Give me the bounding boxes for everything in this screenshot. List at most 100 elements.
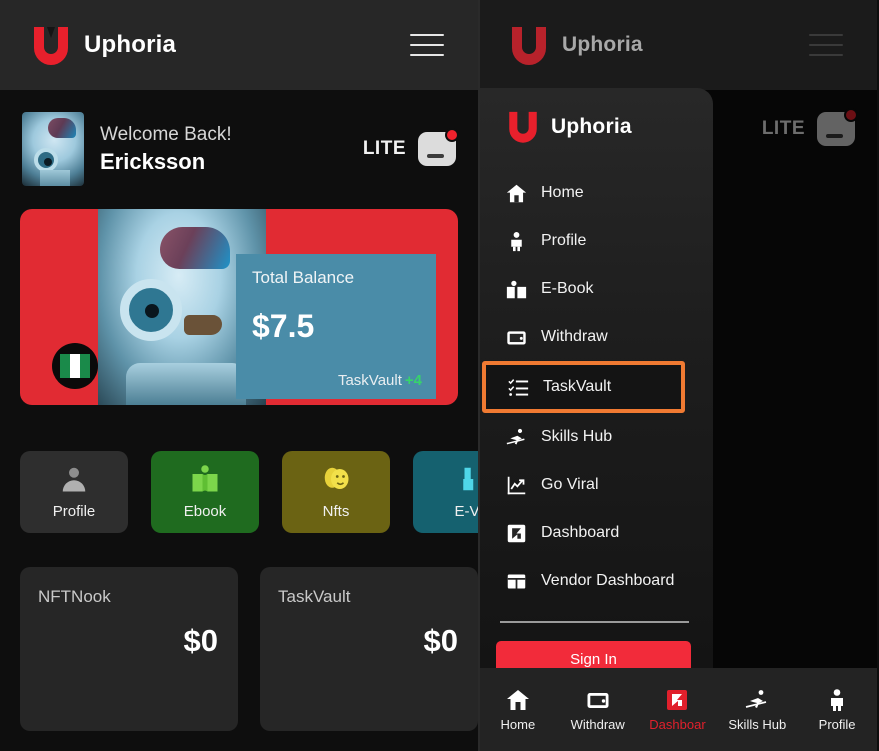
skier-icon: [746, 689, 767, 708]
hero-robot-brain: [160, 227, 230, 269]
uphoria-logo-icon: [509, 111, 537, 143]
home-icon: [506, 689, 529, 710]
person-icon: [511, 231, 522, 251]
left-panel: Uphoria Welcome Back! Ericksson LITE Tot…: [0, 0, 478, 751]
flag-stripe: [60, 354, 70, 378]
bottom-nav-home[interactable]: Home: [478, 668, 558, 751]
hero-robot-body: [126, 363, 246, 405]
drawer-item-vendor-dashboard[interactable]: Vendor Dashboard: [478, 557, 713, 605]
tile-evoting[interactable]: E-V: [413, 451, 478, 533]
robot-neck: [40, 170, 70, 186]
bottom-nav-label: Profile: [818, 716, 856, 732]
plan-badge: LITE: [362, 138, 406, 159]
balance-source: TaskVault +4: [338, 372, 422, 389]
balance-source-label: TaskVault: [337, 372, 402, 389]
drawer-item-label: Profile: [541, 232, 587, 249]
card-title: TaskVault: [278, 587, 351, 606]
plan-and-avatar: LITE: [362, 128, 459, 166]
hamburger-bar: [809, 34, 843, 36]
navigation-drawer: Uphoria Home Profile E-Book Withdraw Tas…: [478, 88, 713, 677]
tile-label: E-V: [454, 503, 478, 520]
card-title: NFTNook: [38, 587, 111, 606]
appbar-brand-group: Uphoria: [478, 25, 643, 65]
drawer-item-withdraw[interactable]: Withdraw: [478, 313, 713, 361]
flag-stripe: [80, 354, 90, 378]
robot-brain: [48, 118, 76, 138]
bottom-nav-profile[interactable]: Profile: [797, 668, 877, 751]
appbar-brand-label: Uphoria: [562, 33, 643, 56]
card-nftnook[interactable]: NFTNook $0: [20, 567, 238, 731]
drawer-item-label: E-Book: [541, 280, 594, 297]
drawer-item-label: Dashboard: [541, 524, 620, 541]
drawer-divider: [500, 621, 689, 623]
user-avatar-button[interactable]: [418, 128, 459, 166]
tile-label: Profile: [52, 503, 96, 520]
drawer-item-profile[interactable]: Profile: [478, 217, 713, 265]
bottom-nav-withdraw[interactable]: Withdraw: [558, 668, 638, 751]
drawer-menu: Home Profile E-Book Withdraw TaskVault S…: [478, 169, 713, 605]
drawer-item-taskvault[interactable]: TaskVault: [482, 361, 685, 413]
drawer-item-ebook[interactable]: E-Book: [478, 265, 713, 313]
total-balance-box: Total Balance $7.5 TaskVault +4: [236, 254, 436, 399]
panel-divider: [478, 0, 480, 751]
tile-nfts[interactable]: Nfts: [282, 451, 390, 533]
hero-robot-jaw: [184, 315, 222, 335]
person-icon: [831, 688, 844, 711]
welcome-texts: Welcome Back! Ericksson: [100, 122, 232, 176]
hamburger-bar: [809, 54, 843, 56]
tile-label: Nfts: [322, 503, 350, 520]
theater-masks-icon: [324, 467, 349, 489]
right-appbar: Uphoria: [478, 0, 877, 90]
bottom-nav-skills-hub[interactable]: Skills Hub: [717, 668, 797, 751]
balance-hero-card[interactable]: Total Balance $7.5 TaskVault +4: [20, 209, 458, 405]
balance-title: Total Balance: [252, 268, 355, 287]
wallet-icon: [587, 692, 609, 708]
card-amount: $0: [183, 623, 218, 658]
card-amount: $0: [423, 623, 458, 658]
open-book-icon: [192, 465, 218, 492]
hamburger-bar: [410, 44, 444, 46]
drawer-item-dashboard[interactable]: Dashboard: [478, 509, 713, 557]
left-appbar: Uphoria: [0, 0, 478, 90]
card-taskvault[interactable]: TaskVault $0: [260, 567, 478, 731]
bottom-nav-label: Withdraw: [570, 716, 625, 732]
drawer-item-home[interactable]: Home: [478, 169, 713, 217]
drawer-item-label: Withdraw: [541, 328, 608, 345]
drawer-item-label: Skills Hub: [541, 428, 613, 445]
appbar-brand-label: Uphoria: [84, 31, 177, 58]
hamburger-bar: [410, 54, 444, 56]
welcome-row: Welcome Back! Ericksson LITE: [0, 112, 478, 186]
uphoria-logo-icon: [512, 27, 546, 65]
hamburger-bar: [809, 44, 843, 46]
hero-robot-headphone: [120, 279, 182, 341]
balance-delta: +4: [404, 372, 422, 389]
drawer-item-label: Go Viral: [541, 476, 599, 493]
app-root: Uphoria Welcome Back! Ericksson LITE Tot…: [0, 0, 879, 751]
skier-icon: [506, 428, 525, 444]
drawer-item-label: TaskVault: [543, 378, 612, 395]
person-icon: [62, 467, 86, 492]
drawer-brand-label: Uphoria: [551, 114, 632, 138]
money-cards: NFTNook $0 TaskVault $0: [20, 567, 478, 731]
flag-stripes: [60, 354, 90, 378]
welcome-greeting: Welcome Back!: [100, 124, 232, 145]
hamburger-icon[interactable]: [809, 34, 843, 56]
nigeria-flag-icon: [52, 343, 98, 389]
appbar-brand-group: Uphoria: [0, 25, 176, 65]
robot-headphone: [34, 148, 58, 172]
tile-label: Ebook: [183, 503, 227, 520]
bottom-nav-dashboard[interactable]: Dashboar: [638, 668, 718, 751]
drawer-item-go-viral[interactable]: Go Viral: [478, 461, 713, 509]
flag-square-icon: [507, 524, 526, 542]
hamburger-icon[interactable]: [410, 34, 444, 56]
quick-action-tiles: Profile Ebook Nfts E-V: [20, 451, 478, 533]
drawer-item-skills-hub[interactable]: Skills Hub: [478, 413, 713, 461]
drawer-item-label: Home: [541, 184, 584, 201]
grid-icon: [507, 574, 526, 588]
home-icon: [506, 184, 527, 202]
bottom-nav-label: Dashboar: [649, 716, 706, 732]
flag-stripe: [70, 354, 80, 378]
tile-ebook[interactable]: Ebook: [151, 451, 259, 533]
chart-up-icon: [507, 476, 526, 494]
tile-profile[interactable]: Profile: [20, 451, 128, 533]
